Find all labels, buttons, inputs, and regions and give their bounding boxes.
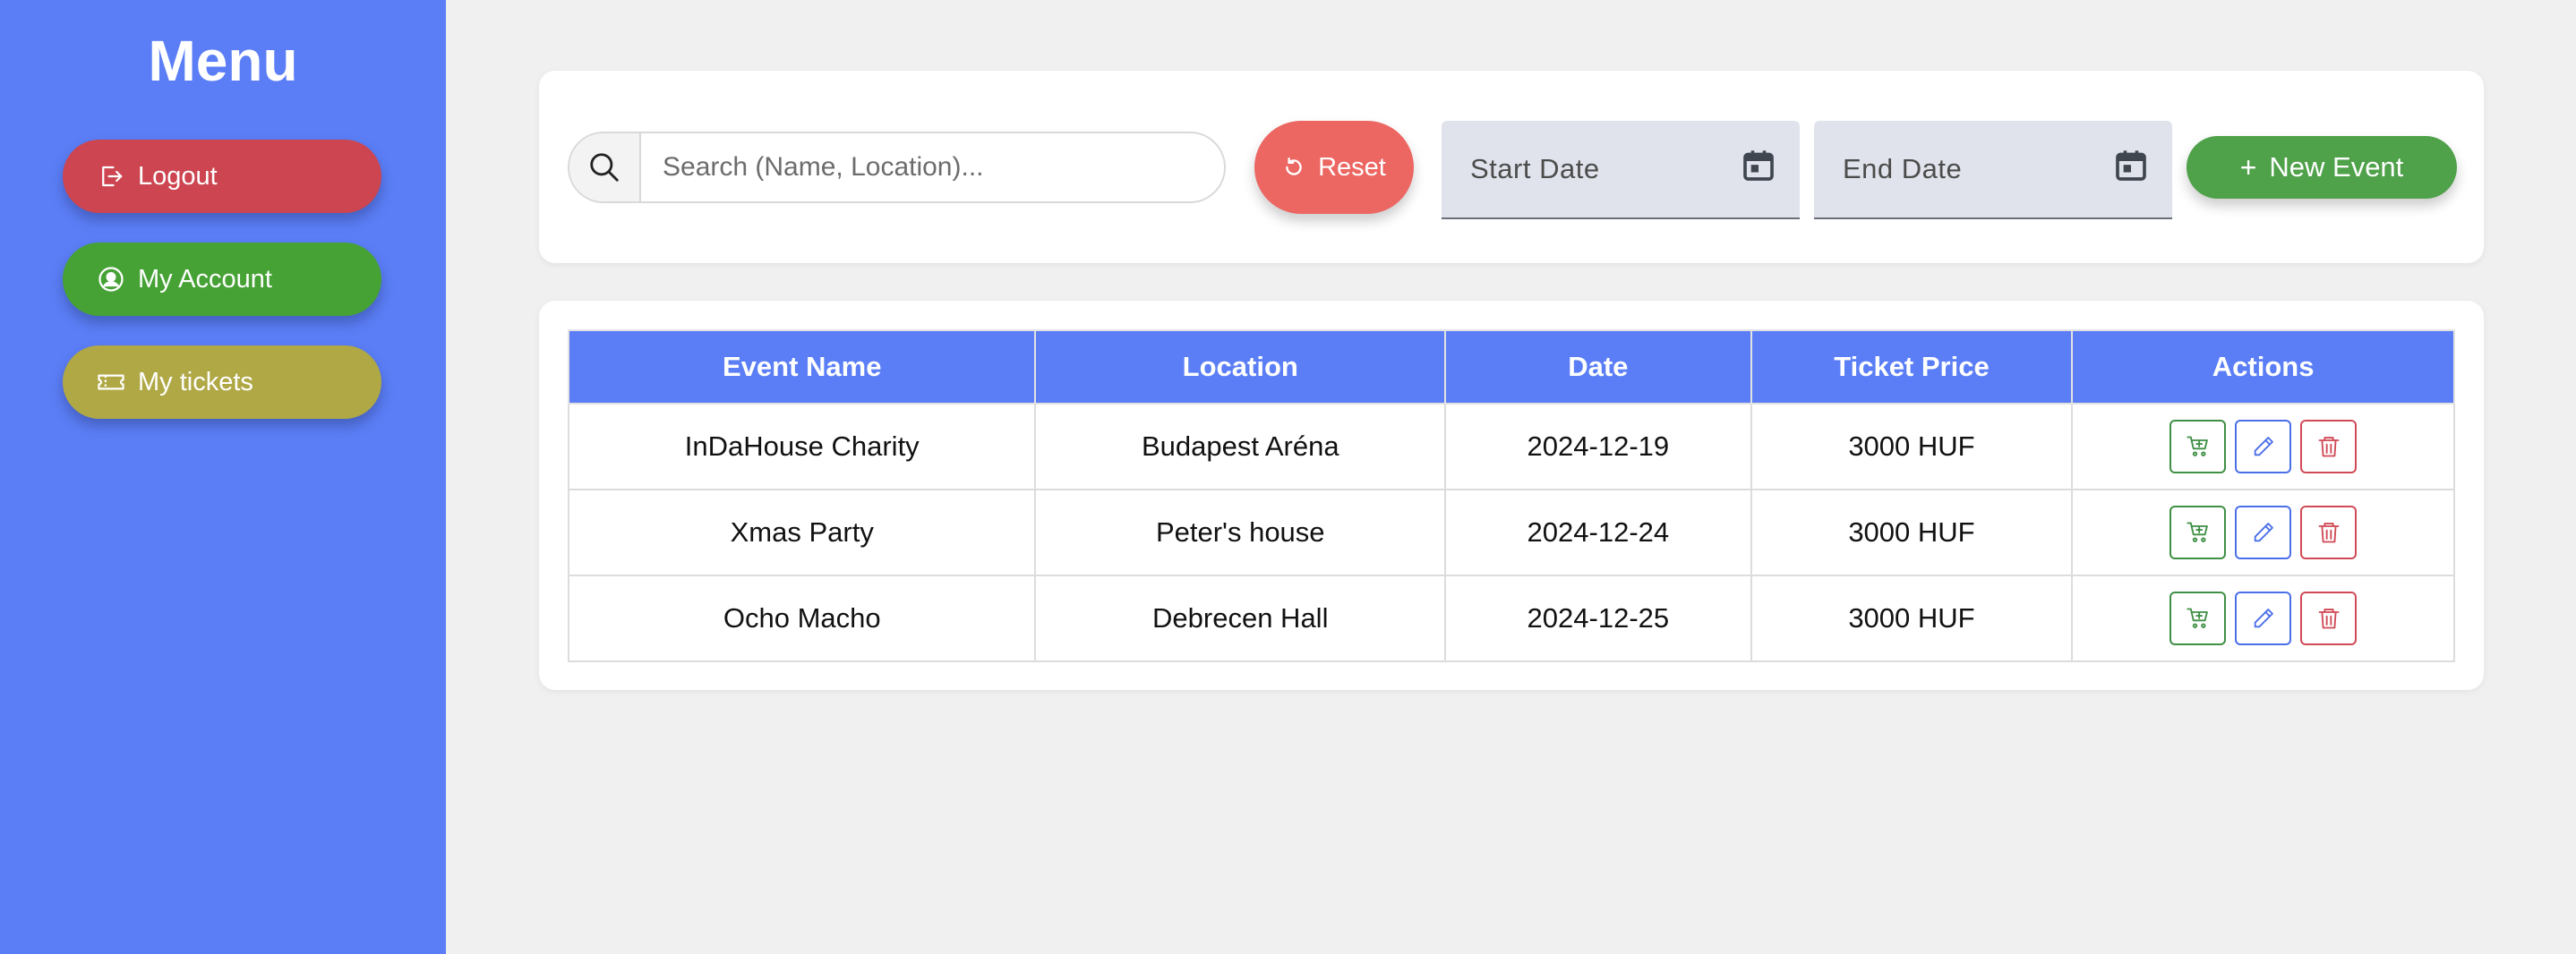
cell-actions xyxy=(2071,489,2455,576)
new-event-button[interactable]: + New Event xyxy=(2187,136,2457,199)
cell-location: Debrecen Hall xyxy=(1034,575,1447,662)
new-event-label: New Event xyxy=(2269,151,2404,183)
cell-event-name: Xmas Party xyxy=(567,489,1037,576)
cell-event-name: Ocho Macho xyxy=(567,575,1037,662)
pencil-icon xyxy=(2251,520,2276,545)
edit-event-button[interactable] xyxy=(2235,420,2292,473)
cart-plus-icon xyxy=(2186,520,2211,545)
cell-ticket-price: 3000 HUF xyxy=(1750,575,2074,662)
my-tickets-button[interactable]: My tickets xyxy=(63,345,381,419)
cell-ticket-price: 3000 HUF xyxy=(1750,403,2074,490)
buy-ticket-button[interactable] xyxy=(2169,420,2227,473)
calendar-icon[interactable] xyxy=(1741,148,1776,191)
cell-location: Peter's house xyxy=(1034,489,1447,576)
cell-actions xyxy=(2071,575,2455,662)
plus-icon: + xyxy=(2239,150,2257,183)
calendar-icon[interactable] xyxy=(2113,148,2149,191)
table-row: Ocho Macho Debrecen Hall 2024-12-25 3000 HU… xyxy=(567,575,2455,662)
header-actions: Actions xyxy=(2071,329,2455,405)
cell-date: 2024-12-19 xyxy=(1444,403,1752,490)
header-date: Date xyxy=(1444,329,1752,405)
table-header-row: Event Name Location Date Ticket Price Ac… xyxy=(567,329,2455,405)
events-table: Event Name Location Date Ticket Price Ac… xyxy=(567,329,2455,662)
delete-event-button[interactable] xyxy=(2300,592,2358,645)
edit-event-button[interactable] xyxy=(2235,592,2292,645)
menu-title: Menu xyxy=(148,29,298,93)
cell-location: Budapest Aréna xyxy=(1034,403,1447,490)
logout-icon xyxy=(97,162,125,191)
logout-button[interactable]: Logout xyxy=(63,140,381,213)
logout-label: Logout xyxy=(138,161,218,191)
sidebar: Menu Logout My Account My tickets xyxy=(0,0,446,954)
end-date-field[interactable]: End Date xyxy=(1814,121,2172,219)
buy-ticket-button[interactable] xyxy=(2169,506,2227,559)
my-tickets-label: My tickets xyxy=(138,367,253,396)
delete-event-button[interactable] xyxy=(2300,420,2358,473)
search-box xyxy=(568,132,1226,203)
reset-button[interactable]: Reset xyxy=(1254,121,1414,214)
cell-ticket-price: 3000 HUF xyxy=(1750,489,2074,576)
buy-ticket-button[interactable] xyxy=(2169,592,2227,645)
reset-label: Reset xyxy=(1318,152,1386,182)
table-row: Xmas Party Peter's house 2024-12-24 3000 HU… xyxy=(567,489,2455,576)
pencil-icon xyxy=(2251,434,2276,459)
start-date-field[interactable]: Start Date xyxy=(1442,121,1800,219)
pencil-icon xyxy=(2251,606,2276,631)
trash-icon xyxy=(2316,606,2341,631)
cell-date: 2024-12-25 xyxy=(1444,575,1752,662)
my-account-button[interactable]: My Account xyxy=(63,243,381,316)
row-actions xyxy=(2074,506,2452,559)
cell-actions xyxy=(2071,403,2455,490)
delete-event-button[interactable] xyxy=(2300,506,2358,559)
events-panel: Event Name Location Date Ticket Price Ac… xyxy=(539,301,2484,690)
search-icon[interactable] xyxy=(569,133,641,201)
row-actions xyxy=(2074,592,2452,645)
cell-date: 2024-12-24 xyxy=(1444,489,1752,576)
cart-plus-icon xyxy=(2186,606,2211,631)
edit-event-button[interactable] xyxy=(2235,506,2292,559)
filter-panel: Reset Start Date End Date + xyxy=(539,71,2484,263)
cart-plus-icon xyxy=(2186,434,2211,459)
header-event-name: Event Name xyxy=(567,329,1037,405)
trash-icon xyxy=(2316,520,2341,545)
my-account-label: My Account xyxy=(138,264,272,294)
reset-icon xyxy=(1282,156,1305,179)
trash-icon xyxy=(2316,434,2341,459)
header-location: Location xyxy=(1034,329,1447,405)
user-circle-icon xyxy=(97,265,125,294)
end-date-label: End Date xyxy=(1843,153,1963,184)
row-actions xyxy=(2074,420,2452,473)
ticket-icon xyxy=(97,368,125,396)
start-date-label: Start Date xyxy=(1470,153,1600,184)
header-ticket-price: Ticket Price xyxy=(1750,329,2074,405)
cell-event-name: InDaHouse Charity xyxy=(567,403,1037,490)
table-row: InDaHouse Charity Budapest Aréna 2024-12-1… xyxy=(567,403,2455,490)
search-input[interactable] xyxy=(641,133,1224,201)
